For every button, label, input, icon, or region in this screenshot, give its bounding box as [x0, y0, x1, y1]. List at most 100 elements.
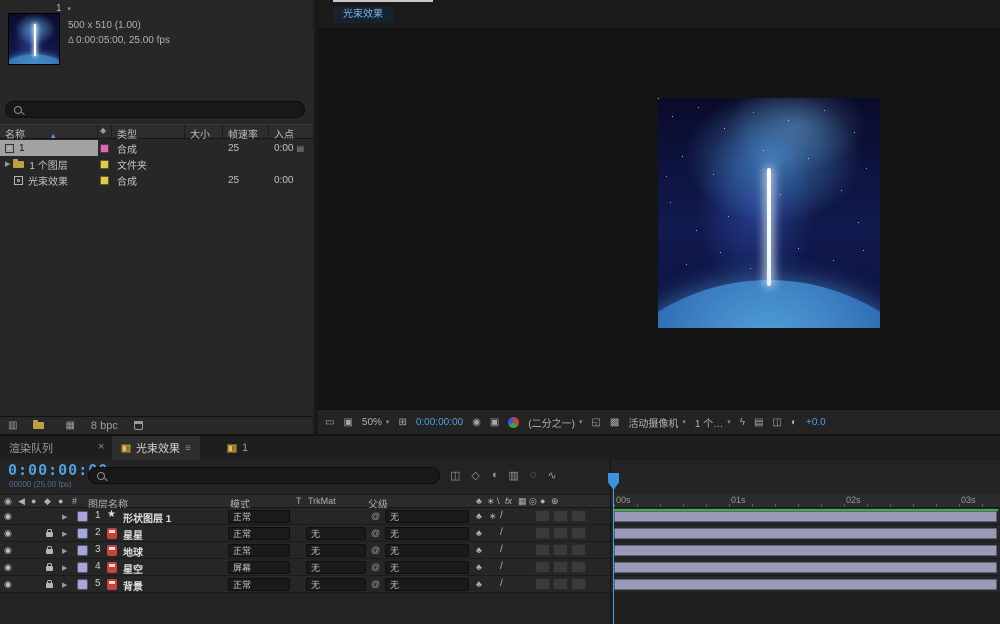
layer-row-4[interactable]: ◉ ▶ 4 星空 屏幕 ▾ 无 ▾ @ 无 ▾ ♣ / — [0, 559, 610, 576]
tab-render-queue[interactable]: 渲染队列 — [0, 436, 62, 460]
reset-exposure-icon[interactable]: ◐ — [791, 417, 797, 428]
playhead-handle[interactable] — [608, 473, 619, 490]
track-row-4[interactable] — [611, 559, 1000, 576]
switch-cell[interactable] — [571, 527, 586, 539]
eye-icon[interactable]: ◉ — [4, 511, 12, 522]
composition-tab[interactable]: 光束效果 — [333, 7, 393, 23]
label-color-chip[interactable] — [100, 143, 109, 153]
column-size[interactable]: 大小 — [185, 125, 223, 141]
switch-cell[interactable] — [571, 544, 586, 556]
frame-blend-switch-icon[interactable]: ▦ — [518, 496, 527, 507]
tab-comp-beam[interactable]: 光束效果 ≡ — [112, 436, 200, 460]
panel-menu-icon[interactable]: ≡ — [185, 443, 191, 454]
switch-cell[interactable] — [571, 510, 586, 522]
timeline-track-area[interactable]: 00s 01s 02s 03s — [608, 460, 1000, 624]
expander-icon[interactable]: ▶ — [62, 564, 67, 572]
time-ruler[interactable]: 00s 01s 02s 03s — [611, 494, 1000, 508]
switch-cell[interactable] — [553, 510, 568, 522]
preview-timecode[interactable]: 0:00:00:00 — [416, 417, 463, 428]
layer-duration-bar[interactable] — [614, 545, 997, 556]
new-folder-icon[interactable] — [33, 420, 45, 429]
trkmat-column[interactable]: TrkMat — [308, 496, 336, 506]
layer-row-3[interactable]: ◉ ▶ 3 地球 正常 ▾ 无 ▾ @ 无 ▾ ♣ / — [0, 542, 610, 559]
trkmat-select[interactable]: 无 ▾ — [306, 544, 366, 557]
quality-switch[interactable]: / — [500, 544, 503, 555]
trkmat-select[interactable]: 无 ▾ — [306, 561, 366, 574]
expander-icon[interactable]: ▶ — [62, 530, 67, 538]
transparency-grid-icon[interactable]: ▩ — [610, 417, 619, 428]
new-composition-icon[interactable]: ▦ — [65, 420, 74, 431]
layer-color-chip[interactable] — [77, 528, 88, 539]
quality-switch[interactable]: / — [500, 510, 503, 521]
layer-duration-bar[interactable] — [614, 511, 997, 522]
switch-cell[interactable] — [535, 544, 550, 556]
playhead-line[interactable] — [613, 488, 614, 624]
3d-switch-icon[interactable]: ⊕ — [551, 496, 559, 507]
view-layout-select[interactable]: 1 个… ▾ — [695, 415, 731, 430]
switch-cell[interactable] — [553, 578, 568, 590]
preserve-transparency-column[interactable]: T — [296, 496, 302, 506]
layer-name[interactable]: 星空 — [123, 561, 143, 576]
blend-mode-select[interactable]: 正常 ▾ — [228, 527, 290, 540]
expander-icon[interactable]: ▶ — [5, 160, 10, 168]
motion-blur-icon[interactable]: ◌ — [530, 469, 537, 482]
close-icon[interactable]: × — [98, 441, 104, 453]
expander-icon[interactable]: ▶ — [62, 547, 67, 555]
layer-duration-bar[interactable] — [614, 579, 997, 590]
quality-switch[interactable]: / — [500, 527, 503, 538]
layer-duration-bar[interactable] — [614, 528, 997, 539]
switch-cell[interactable] — [535, 561, 550, 573]
column-framerate[interactable]: 帧速率 — [223, 125, 269, 141]
switch-cell[interactable] — [571, 578, 586, 590]
switch-cell[interactable] — [571, 561, 586, 573]
region-of-interest-icon[interactable]: ◱ — [591, 417, 600, 428]
column-inpoint[interactable]: 入点 — [269, 125, 311, 141]
grid-guides-icon[interactable]: ⊞ — [398, 417, 406, 428]
flowchart-icon[interactable]: ◫ — [773, 417, 782, 428]
project-search-input[interactable] — [5, 101, 305, 118]
lock-icon[interactable] — [46, 546, 53, 554]
pickwhip-icon[interactable]: @ — [371, 528, 380, 538]
collapse-switch-icon[interactable]: ∗ — [487, 496, 495, 507]
adjustment-switch-icon[interactable]: ● — [540, 496, 545, 506]
motion-blur-switch-icon[interactable]: ◎ — [529, 496, 537, 507]
expander-icon[interactable]: ▶ — [62, 513, 67, 521]
quality-switch-icon[interactable]: \ — [497, 496, 500, 506]
project-row-comp-1[interactable]: 1 合成 25 0:00 ▤ — [0, 140, 313, 156]
project-row-folder[interactable]: ▶ 1 个图层 文件夹 — [0, 156, 313, 172]
shy-switch-icon[interactable]: ♣ — [476, 496, 482, 506]
interpret-footage-icon[interactable]: ▥ — [8, 420, 17, 431]
pickwhip-icon[interactable]: @ — [371, 511, 380, 521]
eye-icon[interactable]: ◉ — [4, 545, 12, 556]
parent-select[interactable]: 无 ▾ — [385, 510, 469, 523]
magnification-select[interactable]: 50% ▾ — [362, 417, 390, 428]
layer-color-chip[interactable] — [77, 579, 88, 590]
exposure-value[interactable]: +0.0 — [806, 417, 826, 428]
solo-column-icon[interactable]: ● — [31, 496, 36, 506]
mini-flowchart-icon[interactable]: ◫ — [450, 469, 460, 482]
quality-switch[interactable]: / — [500, 561, 503, 572]
timeline-button-icon[interactable]: ▤ — [754, 417, 763, 428]
timeline-search-input[interactable] — [88, 467, 440, 484]
layer-name[interactable]: 地球 — [123, 544, 143, 559]
layer-color-chip[interactable] — [77, 511, 88, 522]
blend-mode-select[interactable]: 屏幕 ▾ — [228, 561, 290, 574]
lock-column-icon[interactable]: ◆ — [44, 496, 51, 507]
bit-depth-button[interactable]: 8 bpc — [91, 420, 118, 432]
lock-icon[interactable] — [46, 580, 53, 588]
fast-preview-icon[interactable]: ϟ — [740, 417, 745, 428]
switch-cell[interactable] — [553, 527, 568, 539]
layer-duration-bar[interactable] — [614, 562, 997, 573]
trkmat-select[interactable]: 无 ▾ — [306, 578, 366, 591]
fx-switch-icon[interactable]: fx — [505, 496, 512, 506]
expander-icon[interactable]: ▶ — [62, 581, 67, 589]
show-snapshot-icon[interactable]: ▣ — [490, 417, 499, 428]
trash-icon[interactable] — [133, 421, 143, 430]
resolution-select[interactable]: (二分之一) ▾ — [528, 415, 582, 430]
parent-select[interactable]: 无 ▾ — [385, 527, 469, 540]
shy-switch[interactable]: ♣ — [476, 562, 482, 572]
layer-name[interactable]: 形状图层 1 — [123, 510, 171, 525]
column-type[interactable]: 类型 — [112, 125, 185, 141]
layer-row-2[interactable]: ◉ ▶ 2 星星 正常 ▾ 无 ▾ @ 无 ▾ ♣ / — [0, 525, 610, 542]
layer-name[interactable]: 背景 — [123, 578, 143, 593]
